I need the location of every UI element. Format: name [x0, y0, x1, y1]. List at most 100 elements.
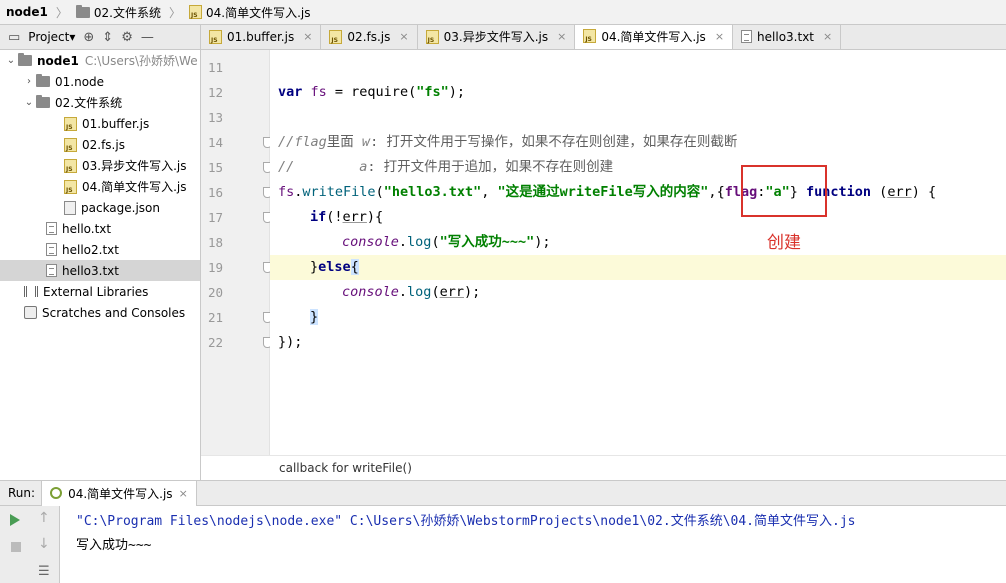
hide-panel-icon[interactable]: —: [141, 30, 154, 45]
tab-04-simple[interactable]: JS 04.简单文件写入.js ×: [575, 25, 734, 49]
chevron-down-icon[interactable]: ⌄: [4, 55, 18, 66]
line-number: 16: [207, 185, 223, 200]
play-icon[interactable]: [10, 514, 20, 526]
js-file-icon: JS: [425, 29, 439, 44]
code-line-16: fs.writeFile("hello3.txt", "这是通过writeFil…: [278, 184, 937, 200]
breadcrumb-project[interactable]: node1: [6, 5, 48, 19]
tree-item-04-simple[interactable]: JS 04.简单文件写入.js: [0, 176, 200, 197]
tree-item-label: 01.buffer.js: [82, 116, 150, 131]
code-line-20: console.log(err);: [342, 284, 481, 300]
tree-item-label: 02.文件系统: [55, 96, 123, 110]
line-number: 19: [207, 260, 223, 275]
tab-01-buffer[interactable]: JS 01.buffer.js ×: [201, 25, 322, 49]
tree-item-hello2-txt[interactable]: hello2.txt: [0, 239, 200, 260]
tab-03-async[interactable]: JS 03.异步文件写入.js ×: [418, 25, 576, 49]
breadcrumb-folder[interactable]: 02.文件系统: [75, 4, 161, 21]
annotation-box: [741, 165, 827, 217]
close-icon[interactable]: ×: [399, 30, 408, 43]
code-line-15: // a: 打开文件用于追加，如果不存在则创建: [278, 159, 614, 175]
code-line-14: //flag里面 w: 打开文件用于写操作，如果不存在则创建，如果存在则截断: [278, 134, 738, 150]
tree-item-node1[interactable]: ⌄ node1 C:\Users\孙娇娇\We: [0, 50, 200, 71]
tab-02-fs[interactable]: JS 02.fs.js ×: [321, 25, 418, 49]
line-number: 15: [207, 160, 223, 175]
js-file-icon: JS: [189, 5, 202, 19]
tree-item-package-json[interactable]: package.json: [0, 197, 200, 218]
tree-item-03-async[interactable]: JS 03.异步文件写入.js: [0, 155, 200, 176]
tab-hello3-txt[interactable]: hello3.txt ×: [733, 25, 842, 49]
folder-icon: [36, 95, 50, 108]
text-file-icon: [741, 30, 753, 43]
tree-item-scratches[interactable]: Scratches and Consoles: [0, 302, 200, 323]
tree-item-hello-txt[interactable]: hello.txt: [0, 218, 200, 239]
run-label: Run:: [8, 486, 36, 500]
line-number: 22: [207, 335, 223, 350]
tree-item-label: 04.简单文件写入.js: [82, 180, 187, 194]
line-number: 17: [207, 210, 223, 225]
js-file-icon: JS: [64, 137, 77, 152]
line-number: 20: [207, 285, 223, 300]
stop-icon[interactable]: [11, 542, 21, 552]
tree-item-label: hello3.txt: [62, 263, 119, 278]
line-number: 11: [207, 60, 223, 75]
code-editor[interactable]: var fs = require("fs"); //flag里面 w: 打开文件…: [270, 50, 1006, 455]
code-line-21: }: [310, 309, 319, 325]
project-tree: ⌄ node1 C:\Users\孙娇娇\We › 01.node ⌄ 02.文…: [0, 50, 201, 480]
chevron-down-icon[interactable]: ⌄: [22, 97, 36, 108]
editor-gutter[interactable]: 11 12 13 14 15 16 17 18 19 20 21 22: [201, 50, 296, 455]
project-view-selector[interactable]: Project▾: [28, 30, 75, 44]
tree-item-label: 02.fs.js: [82, 137, 125, 152]
console-output: 写入成功~~~: [76, 538, 152, 553]
locate-icon[interactable]: ⊕: [83, 30, 94, 45]
line-number: 12: [207, 85, 223, 100]
tree-item-02-fs[interactable]: ⌄ 02.文件系统: [0, 92, 200, 113]
close-icon[interactable]: ×: [557, 30, 566, 43]
text-file-icon: [46, 264, 57, 277]
tree-item-hello3-txt[interactable]: hello3.txt: [0, 260, 200, 281]
collapse-all-icon[interactable]: ⇕: [102, 30, 113, 45]
node-icon: [50, 487, 63, 499]
tree-item-label: hello.txt: [62, 221, 112, 236]
close-icon[interactable]: ×: [303, 30, 312, 43]
breadcrumb-file[interactable]: JS 04.简单文件写入.js: [189, 4, 311, 21]
close-icon[interactable]: ×: [715, 30, 724, 43]
project-toolbar: ▭ Project▾ ⊕ ⇕ ⚙ —: [0, 25, 201, 50]
run-actions: ↑ ↓ ☰: [0, 506, 60, 583]
tree-item-02-fs-js[interactable]: JS 02.fs.js: [0, 134, 200, 155]
chevron-right-icon[interactable]: ›: [22, 76, 36, 87]
current-line-highlight: [270, 255, 1006, 280]
folder-icon: [36, 74, 50, 87]
tree-item-label: node1: [37, 53, 79, 68]
tree-item-01-buffer[interactable]: JS 01.buffer.js: [0, 113, 200, 134]
tree-item-label: package.json: [81, 200, 161, 215]
gear-icon[interactable]: ⚙: [121, 30, 133, 45]
tree-item-01-node[interactable]: › 01.node: [0, 71, 200, 92]
scratches-icon: [24, 306, 37, 319]
run-toolbar: Run: 04.简单文件写入.js ×: [0, 480, 1006, 506]
tree-item-external-libraries[interactable]: External Libraries: [0, 281, 200, 302]
run-tab[interactable]: 04.简单文件写入.js ×: [41, 480, 197, 506]
soft-wrap-icon[interactable]: ☰: [38, 564, 50, 579]
js-file-icon: JS: [64, 179, 77, 194]
close-icon[interactable]: ×: [179, 487, 188, 500]
js-file-icon: JS: [64, 116, 77, 131]
line-number: 21: [207, 310, 223, 325]
tree-item-label: hello2.txt: [62, 242, 119, 257]
arrow-down-icon[interactable]: ↓: [38, 536, 50, 552]
js-file-icon: JS: [64, 158, 77, 173]
arrow-up-icon[interactable]: ↑: [38, 510, 50, 526]
tree-item-label: Scratches and Consoles: [42, 305, 186, 320]
breadcrumb: node1 〉 02.文件系统 〉 JS 04.简单文件写入.js: [0, 0, 1006, 25]
tree-item-label: External Libraries: [43, 284, 149, 299]
breadcrumb-separator: 〉: [55, 5, 68, 20]
run-console[interactable]: "C:\Program Files\nodejs\node.exe" C:\Us…: [60, 506, 1006, 583]
folder-icon: [75, 4, 90, 18]
tree-item-path: C:\Users\孙娇娇\We: [84, 54, 198, 68]
close-icon[interactable]: ×: [823, 30, 832, 43]
folder-icon: [18, 53, 32, 66]
annotation-label: 创建: [767, 233, 801, 253]
code-line-12: var fs = require("fs");: [278, 84, 465, 100]
breadcrumb-separator: 〉: [168, 5, 181, 20]
editor-breadcrumb[interactable]: callback for writeFile(): [201, 455, 1006, 480]
tree-item-label: 03.异步文件写入.js: [82, 159, 187, 173]
library-icon: [24, 286, 38, 297]
